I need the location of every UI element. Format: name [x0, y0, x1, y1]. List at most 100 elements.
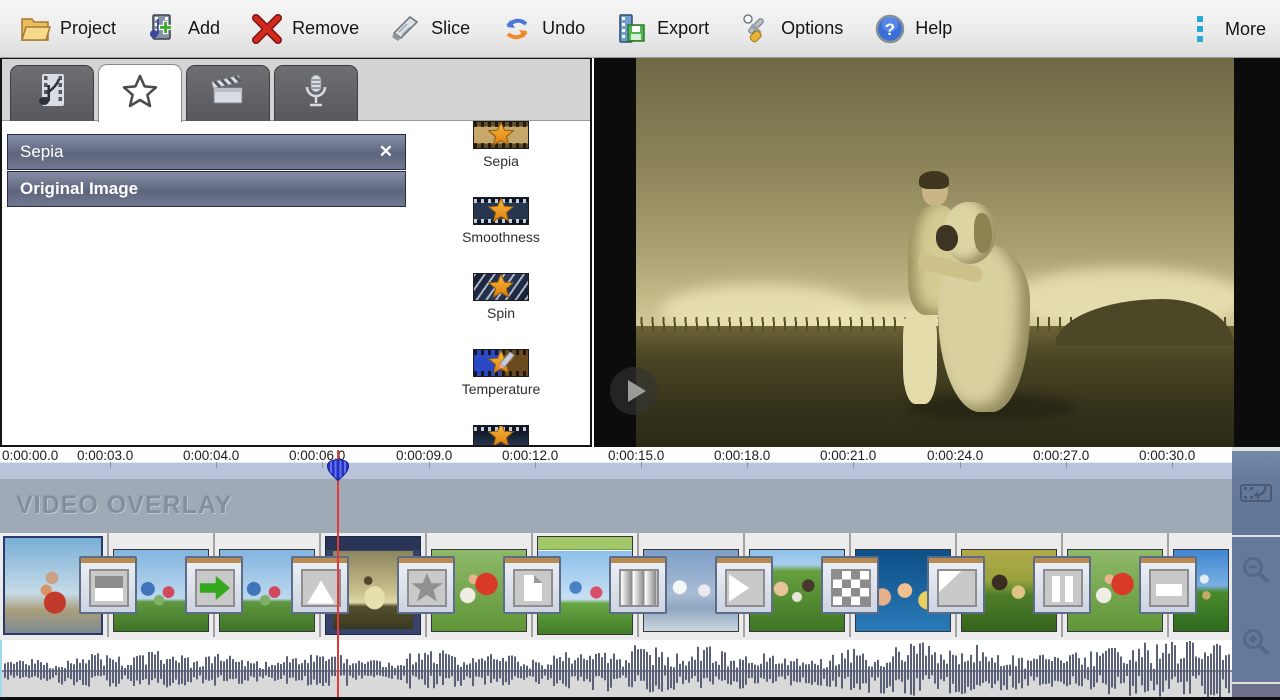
zoom-out-button[interactable]: [1239, 554, 1273, 593]
video-editor-app: Project Add Remove Slice Undo Export Options ?H…: [0, 0, 1280, 700]
close-icon[interactable]: ✕: [379, 142, 393, 162]
time-label: 0:00:04.0: [183, 448, 239, 463]
video-overlay-track[interactable]: VIDEO OVERLAY: [0, 479, 1232, 533]
bars-wipe-icon: [1043, 569, 1083, 607]
applied-effect-header[interactable]: Sepia ✕: [7, 134, 406, 170]
toolbar-button-slice[interactable]: Slice: [389, 12, 470, 46]
toolbar-label: Slice: [431, 18, 470, 39]
toolbar-button-more[interactable]: More: [1183, 0, 1266, 58]
toolbar-label: Add: [188, 18, 220, 39]
toolbar-button-help[interactable]: ?Help: [873, 12, 952, 46]
transition-button-4[interactable]: [397, 556, 455, 614]
toolbar-label: Project: [60, 18, 116, 39]
star-icon: [118, 71, 162, 116]
time-label: 0:00:00.0: [2, 448, 58, 463]
transition-button-8[interactable]: [821, 556, 879, 614]
toolbar-button-add[interactable]: Add: [146, 12, 220, 46]
effect-item[interactable]: [446, 425, 556, 446]
transition-button-7[interactable]: [715, 556, 773, 614]
star-wipe-icon: [407, 569, 447, 607]
transition-button-9[interactable]: [927, 556, 985, 614]
applied-effect-item-label: Original Image: [20, 179, 138, 199]
more-icon: [1183, 12, 1217, 46]
wedge-wipe-icon: [727, 571, 763, 605]
ruler-tick: [1066, 462, 1067, 468]
page-turn-icon: [515, 571, 551, 605]
help-icon: ?: [873, 12, 907, 46]
toolbar: Project Add Remove Slice Undo Export Options ?H…: [0, 0, 1280, 58]
corner-wipe-icon: [937, 569, 977, 607]
video-preview[interactable]: [594, 58, 1280, 447]
undo-icon: [500, 12, 534, 46]
mountain-wipe-icon: [303, 571, 339, 605]
toolbar-label: Export: [657, 18, 709, 39]
effect-label: Smoothness: [446, 229, 556, 245]
playhead-marker[interactable]: [326, 459, 350, 481]
zoom-rail: [1232, 537, 1280, 682]
tab-media[interactable]: [10, 65, 94, 121]
clip-color-header: [538, 537, 632, 550]
audio-clip[interactable]: [0, 640, 1232, 697]
toolbar-button-export[interactable]: Export: [615, 12, 709, 46]
play-button[interactable]: [610, 367, 658, 415]
effect-item-sepia[interactable]: Sepia: [446, 121, 556, 169]
effect-label: Spin: [446, 305, 556, 321]
ruler-tick: [535, 462, 536, 468]
applied-effect-item[interactable]: Original Image: [7, 171, 406, 207]
transition-button-6[interactable]: [609, 556, 667, 614]
wipe-down-icon: [89, 569, 129, 607]
toolbar-button-project[interactable]: Project: [18, 12, 116, 46]
toolbar-button-remove[interactable]: Remove: [250, 12, 359, 46]
film-music-icon: [30, 71, 74, 116]
effects-list: Sepia Smoothness Spin Temperature: [446, 121, 556, 446]
effect-label: Sepia: [446, 153, 556, 169]
toolbar-button-undo[interactable]: Undo: [500, 12, 585, 46]
add-media-icon: [146, 12, 180, 46]
track-rail: [1232, 447, 1280, 700]
ruler-tick: [747, 462, 748, 468]
effect-thumbnail: [473, 197, 529, 225]
timeline-ruler-band[interactable]: [0, 462, 1232, 479]
transition-button-10[interactable]: [1033, 556, 1091, 614]
clapperboard-icon: [206, 71, 250, 116]
ruler-tick: [641, 462, 642, 468]
dog-figure: [936, 225, 958, 251]
zoom-in-button[interactable]: [1239, 626, 1273, 665]
ruler-tick: [1172, 462, 1173, 468]
microphone-icon: [294, 71, 338, 116]
bars-wipe-icon: [1045, 571, 1081, 605]
time-label: 0:00:24.0: [927, 448, 983, 463]
tab-effects[interactable]: [98, 64, 182, 122]
time-label: 0:00:09.0: [396, 448, 452, 463]
page-turn-icon: [513, 569, 553, 607]
playhead-line[interactable]: [337, 450, 339, 697]
slice-icon: [389, 12, 423, 46]
arrow-right-icon: [197, 571, 233, 605]
effect-thumbnail: [473, 121, 529, 149]
timeline-ruler[interactable]: 0:00:00.00:00:03.00:00:04.00:00:06.00:00…: [0, 447, 1280, 479]
transition-button-3[interactable]: [291, 556, 349, 614]
transition-button-11[interactable]: [1139, 556, 1197, 614]
woman-figure: [903, 308, 937, 404]
time-label: 0:00:18.0: [714, 448, 770, 463]
toolbar-button-options[interactable]: Options: [739, 12, 843, 46]
audio-track[interactable]: [0, 637, 1232, 697]
export-icon: [615, 12, 649, 46]
effect-thumbnail: [473, 273, 529, 301]
waveform-path: [5, 641, 1229, 697]
transition-button-2[interactable]: [185, 556, 243, 614]
effect-label: Temperature: [446, 381, 556, 397]
video-track[interactable]: [0, 533, 1232, 637]
effects-panel: Sepia ✕ Original Image Sepia Smoothness Sp…: [0, 58, 592, 447]
transition-button-5[interactable]: [503, 556, 561, 614]
corner-wipe-icon: [939, 571, 975, 605]
ruler-tick: [322, 462, 323, 468]
tab-narration[interactable]: [274, 65, 358, 121]
checker-wipe-icon: [833, 571, 869, 605]
video-track-rail-button[interactable]: [1232, 451, 1280, 535]
effect-item-spin[interactable]: Spin: [446, 273, 556, 321]
transition-button-1[interactable]: [79, 556, 137, 614]
effect-item-temperature[interactable]: Temperature: [446, 349, 556, 397]
effect-item-smoothness[interactable]: Smoothness: [446, 197, 556, 245]
tab-transitions[interactable]: [186, 65, 270, 121]
